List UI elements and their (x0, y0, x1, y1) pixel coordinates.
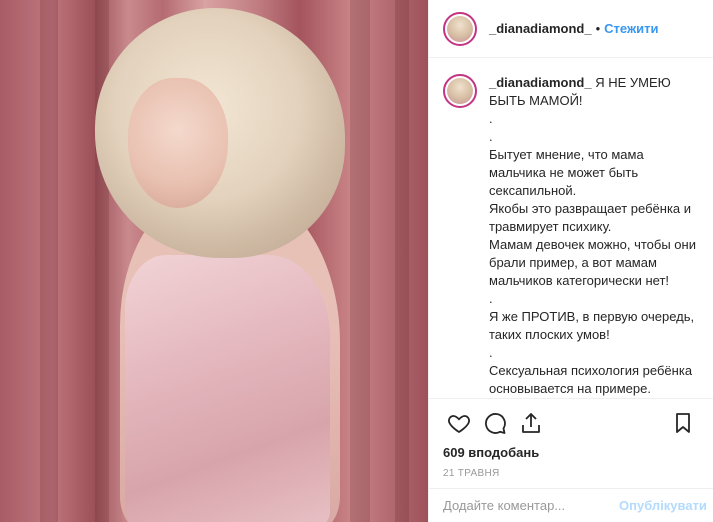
avatar[interactable] (443, 74, 477, 108)
caption-area: _dianadiamond_ Я НЕ УМЕЮ БЫТЬ МАМОЙ! . .… (429, 58, 713, 398)
post-photo[interactable] (0, 0, 428, 522)
caption-body: Я НЕ УМЕЮ БЫТЬ МАМОЙ! . . Бытует мнение,… (489, 75, 696, 396)
comment-box: Опублікувати (429, 488, 713, 522)
curtain-fold (40, 0, 58, 522)
caption-text: _dianadiamond_ Я НЕ УМЕЮ БЫТЬ МАМОЙ! . .… (489, 74, 699, 398)
post-actions: 609 вподобань 21 ТРАВНЯ (429, 398, 713, 479)
curtain-fold (350, 0, 370, 522)
post-sidebar: _dianadiamond_ • Стежити _dianadiamond_ … (428, 0, 713, 522)
comment-input[interactable] (443, 498, 619, 513)
likes-count[interactable]: 609 вподобань (443, 445, 699, 460)
separator-dot: • (595, 21, 601, 36)
photo-face (128, 78, 228, 208)
caption-row: _dianadiamond_ Я НЕ УМЕЮ БЫТЬ МАМОЙ! . .… (443, 74, 699, 398)
comment-icon[interactable] (479, 407, 511, 439)
avatar[interactable] (443, 11, 477, 46)
post-date[interactable]: 21 ТРАВНЯ (443, 468, 699, 479)
share-icon[interactable] (515, 407, 547, 439)
username-link[interactable]: _dianadiamond_ (489, 21, 592, 36)
photo-slip (125, 255, 330, 522)
post-header: _dianadiamond_ • Стежити (429, 0, 713, 58)
publish-button[interactable]: Опублікувати (619, 498, 707, 513)
follow-button[interactable]: Стежити (604, 21, 658, 36)
caption-username-link[interactable]: _dianadiamond_ (489, 75, 592, 90)
heart-icon[interactable] (443, 407, 475, 439)
curtain-fold (395, 0, 409, 522)
bookmark-icon[interactable] (667, 407, 699, 439)
